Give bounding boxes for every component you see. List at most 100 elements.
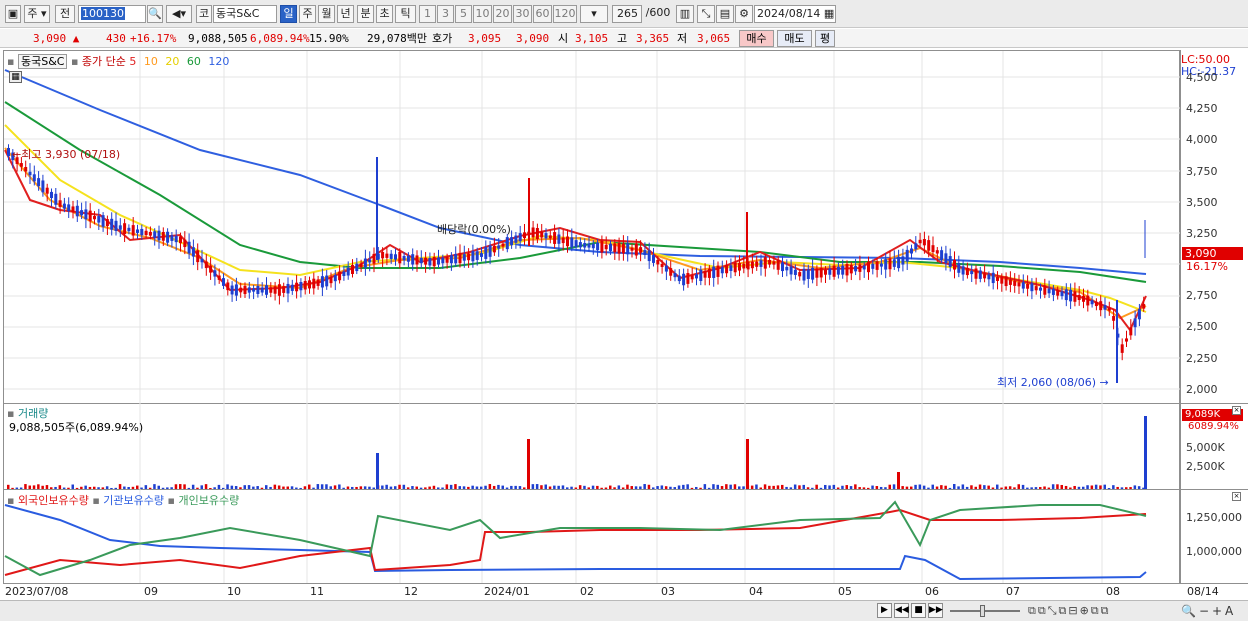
volume-bar — [299, 487, 302, 489]
holding-y-tick: 1,000,000 — [1186, 545, 1242, 558]
chart-tools-icons[interactable]: ⧉⧉⤡⧉⊟⊕⧉⧉ — [1028, 604, 1111, 618]
legend-ma5[interactable]: 5 — [129, 55, 136, 68]
volume-bar — [1013, 487, 1016, 489]
volume-bar — [24, 484, 27, 489]
candle-body — [1021, 282, 1025, 289]
candle-body — [28, 171, 32, 176]
candle-body — [660, 263, 664, 267]
fast-forward-icon[interactable]: ▶▶ — [928, 603, 943, 618]
candle-body — [553, 232, 557, 244]
volume-bar — [58, 485, 62, 489]
volume-bar — [914, 484, 917, 489]
candle-body — [1099, 301, 1103, 311]
candle-body — [333, 275, 337, 282]
volume-bar — [707, 487, 711, 489]
stop-icon[interactable]: ■ — [911, 603, 926, 618]
volume-bar — [1017, 484, 1020, 489]
volume-bar — [871, 485, 874, 489]
volume-bar — [802, 484, 805, 489]
x-label: 08 — [1106, 585, 1120, 598]
candle-body — [854, 266, 858, 272]
volume-bar — [222, 487, 225, 489]
holding-pane-legend: ▪ 외국인보유수량 ▪ 기관보유수량 ▪ 개인보유수량 — [7, 492, 239, 508]
volume-bar — [596, 485, 599, 489]
candle-body — [1051, 288, 1055, 295]
volume-bar — [389, 486, 393, 489]
volume-bar — [320, 484, 324, 489]
volume-bar — [1107, 487, 1111, 489]
legend-ma20[interactable]: 20 — [165, 55, 179, 68]
candle-body — [591, 243, 595, 249]
legend-stock-name[interactable]: 동국S&C — [17, 54, 68, 69]
volume-bar — [196, 487, 199, 489]
volume-bar — [127, 487, 130, 489]
candle-body — [389, 253, 393, 259]
volume-bar — [118, 484, 122, 489]
volume-bar — [510, 485, 513, 489]
volume-bar — [574, 487, 578, 489]
candle-body — [815, 268, 819, 278]
candle-body — [935, 250, 939, 254]
candle-body — [432, 257, 436, 267]
candle-body — [71, 206, 75, 213]
candle-body — [501, 243, 505, 247]
volume-bar — [523, 487, 526, 489]
volume-bar — [441, 487, 444, 489]
legend-institution[interactable]: 기관보유수량 — [103, 494, 164, 507]
candle-body — [875, 261, 879, 270]
volume-bar — [1144, 416, 1147, 489]
legend-ma60[interactable]: 60 — [187, 55, 201, 68]
candle-body — [961, 266, 965, 275]
candle-body — [970, 270, 974, 275]
candle-body — [355, 263, 359, 272]
legend-individual[interactable]: 개인보유수량 — [178, 494, 239, 507]
legend-foreign[interactable]: 외국인보유수량 — [18, 494, 89, 507]
volume-bar — [996, 484, 999, 489]
volume-bar — [501, 485, 504, 489]
volume-bar — [256, 486, 259, 489]
zoom-slider-track[interactable] — [950, 610, 1020, 612]
volume-bar — [1004, 486, 1008, 489]
legend-ma-title[interactable]: 종가 단순 — [82, 55, 126, 68]
candle-body — [325, 275, 329, 287]
volume-bar — [677, 485, 681, 489]
candle-body — [153, 231, 157, 239]
candle-body — [1060, 291, 1064, 297]
volume-bar — [157, 485, 160, 489]
candle-body — [372, 253, 376, 264]
legend-ma120[interactable]: 120 — [208, 55, 229, 68]
volume-bar — [329, 486, 332, 489]
volume-bar — [755, 484, 758, 489]
dividend-annotation: 배당락(0.00%) — [437, 223, 511, 236]
volume-bar — [553, 485, 556, 489]
candle-body — [41, 180, 45, 193]
volume-bar — [656, 486, 659, 489]
volume-bar — [682, 484, 685, 489]
candle-body — [467, 253, 471, 261]
candle-body — [1004, 276, 1008, 287]
chart-canvas[interactable] — [0, 0, 1248, 621]
zoom-tools-icons[interactable]: 🔍−+A — [1181, 604, 1236, 618]
volume-bar — [144, 485, 148, 489]
volume-bar — [1069, 487, 1072, 489]
pane-close-icon[interactable]: × — [1232, 492, 1241, 501]
volume-bar — [699, 487, 702, 489]
candle-body — [441, 257, 445, 264]
candle-body — [750, 261, 754, 269]
volume-bar — [148, 487, 152, 489]
pane-close-icon[interactable]: × — [1232, 406, 1241, 415]
play-icon[interactable]: ▶ — [877, 603, 892, 618]
volume-bar — [449, 484, 453, 489]
volume-bar — [746, 439, 749, 489]
volume-bar — [978, 484, 982, 489]
x-label: 05 — [838, 585, 852, 598]
rewind-icon[interactable]: ◀◀ — [894, 603, 909, 618]
candle-body — [548, 235, 552, 239]
legend-ma10[interactable]: 10 — [144, 55, 158, 68]
volume-bar — [454, 484, 457, 489]
candle-body — [540, 231, 544, 238]
volume-bar — [987, 485, 990, 489]
table-view-icon[interactable]: ▦ — [9, 71, 22, 83]
candle-body — [174, 235, 178, 243]
zoom-slider-handle[interactable] — [980, 605, 985, 617]
